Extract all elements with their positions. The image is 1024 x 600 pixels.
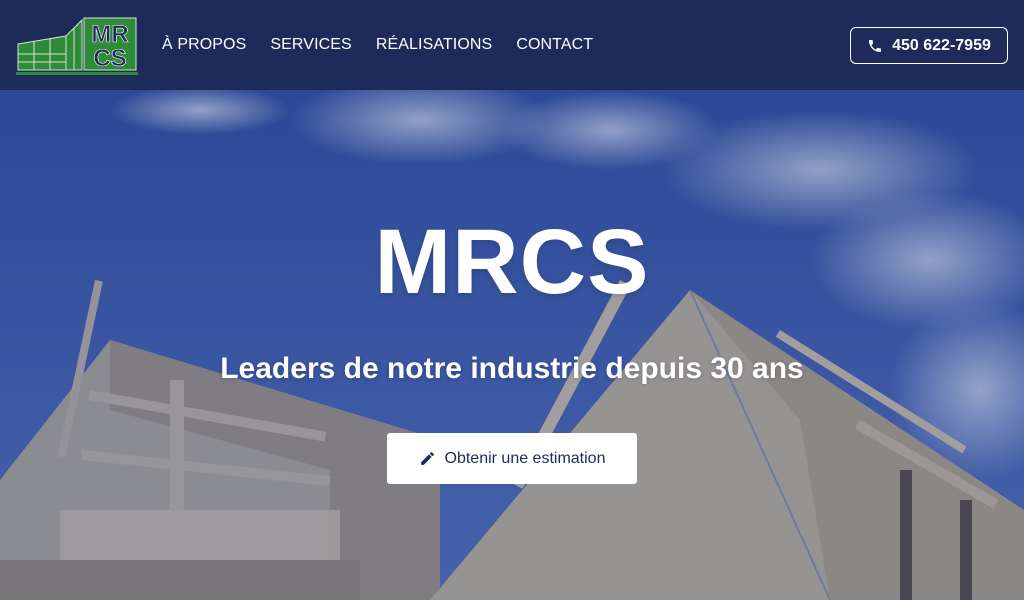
phone-number: 450 622-7959 bbox=[892, 36, 991, 54]
mrcs-logo[interactable]: MR CS bbox=[16, 14, 138, 76]
site-header: MR CS À PROPOS SERVICES RÉALISATIONS CON… bbox=[0, 0, 1024, 90]
estimate-button-label: Obtenir une estimation bbox=[444, 449, 606, 467]
hero-section: MRCS Leaders de notre industrie depuis 3… bbox=[0, 90, 1024, 600]
pencil-icon bbox=[420, 452, 434, 465]
nav-item-a-propos[interactable]: À PROPOS bbox=[162, 36, 246, 54]
svg-text:CS: CS bbox=[93, 45, 126, 72]
phone-icon bbox=[869, 39, 882, 52]
phone-button[interactable]: 450 622-7959 bbox=[850, 27, 1008, 64]
nav-item-services[interactable]: SERVICES bbox=[270, 36, 351, 54]
nav-item-contact[interactable]: CONTACT bbox=[516, 36, 593, 54]
hero-overlay bbox=[0, 90, 1024, 600]
hero-subtitle: Leaders de notre industrie depuis 30 ans bbox=[220, 352, 804, 385]
svg-text:MR: MR bbox=[91, 21, 128, 48]
hero-title: MRCS bbox=[374, 211, 650, 313]
nav-item-realisations[interactable]: RÉALISATIONS bbox=[376, 36, 493, 54]
estimate-button[interactable]: Obtenir une estimation bbox=[387, 433, 637, 484]
main-nav: À PROPOS SERVICES RÉALISATIONS CONTACT bbox=[162, 0, 617, 90]
